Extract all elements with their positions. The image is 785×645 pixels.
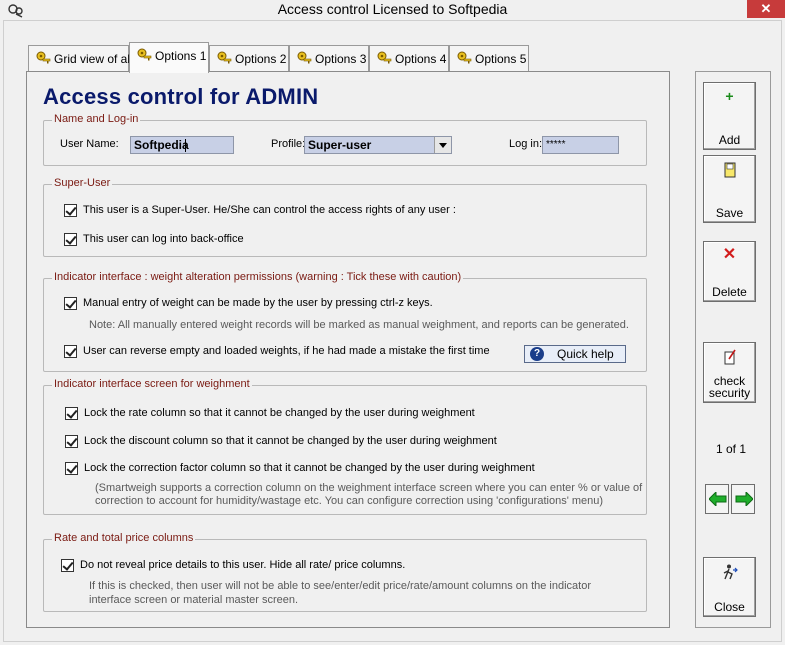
tab-options-3[interactable]: Options 3 — [289, 45, 369, 72]
hide-price-note-line1: If this is checked, then user will not b… — [89, 580, 591, 592]
close-label: Close — [714, 600, 745, 614]
previous-record-button[interactable] — [705, 484, 729, 514]
group-legend: Super-User — [52, 177, 113, 189]
save-button[interactable]: Save — [703, 155, 756, 223]
next-record-button[interactable] — [731, 484, 755, 514]
tab-label: Options 4 — [395, 52, 447, 66]
save-icon — [724, 162, 736, 180]
user-name-label: User Name: — [60, 138, 119, 150]
key-person-icon — [376, 50, 392, 66]
key-person-icon — [296, 50, 312, 66]
quick-help-button[interactable]: ? Quick help — [524, 345, 626, 363]
hide-price-label: Do not reveal price details to this user… — [80, 559, 406, 571]
close-button[interactable]: Close — [703, 557, 756, 617]
tab-label: Options 2 — [235, 52, 287, 66]
tab-label: Options 5 — [475, 52, 527, 66]
lock-correction-checkbox[interactable] — [65, 462, 78, 475]
check-security-button[interactable]: check security — [703, 342, 756, 403]
delete-button[interactable]: ✕ Delete — [703, 241, 756, 302]
correction-note-line1: (Smartweigh supports a correction column… — [95, 482, 643, 494]
lock-rate-checkbox[interactable] — [65, 407, 78, 420]
profile-select[interactable]: Super-user — [304, 136, 452, 154]
tab-options-2[interactable]: Options 2 — [209, 45, 289, 72]
correction-note-line2: correction to account for humidity/wasta… — [95, 495, 604, 507]
lock-discount-label: Lock the discount column so that it cann… — [84, 435, 497, 447]
group-legend: Indicator interface : weight alteration … — [52, 271, 464, 283]
profile-label: Profile: — [271, 138, 306, 150]
delete-x-icon: ✕ — [722, 246, 737, 263]
arrow-right-icon — [735, 492, 753, 506]
arrow-left-icon — [709, 492, 727, 506]
login-password-field[interactable]: ***** — [542, 136, 619, 154]
tab-label: Options 1 — [155, 49, 207, 63]
manual-entry-checkbox[interactable] — [64, 297, 77, 310]
lock-rate-label: Lock the rate column so that it cannot b… — [84, 407, 475, 419]
tab-label: Options 3 — [315, 52, 367, 66]
title-bar: Access control Licensed to Softpedia ✕ — [0, 0, 785, 20]
group-legend: Indicator interface screen for weighment — [52, 378, 252, 390]
user-name-field[interactable]: Softpedia — [130, 136, 234, 154]
window-title: Access control Licensed to Softpedia — [277, 1, 508, 17]
manual-entry-label: Manual entry of weight can be made by th… — [83, 297, 433, 309]
manual-entry-note: Note: All manually entered weight record… — [89, 319, 629, 331]
help-icon: ? — [530, 347, 544, 361]
edit-document-icon — [724, 349, 736, 367]
back-office-checkbox[interactable] — [64, 233, 77, 246]
page-title: Access control for ADMIN — [43, 84, 319, 109]
chevron-down-icon[interactable] — [434, 137, 451, 153]
reverse-weights-checkbox[interactable] — [64, 345, 77, 358]
reverse-weights-label: User can reverse empty and loaded weight… — [83, 345, 490, 357]
group-legend: Rate and total price columns — [52, 532, 196, 544]
hide-price-note-line2: interface screen or material master scre… — [89, 594, 299, 606]
lock-correction-label: Lock the correction factor column so tha… — [84, 462, 535, 474]
super-user-checkbox[interactable] — [64, 204, 77, 217]
back-office-label: This user can log into back-office — [83, 233, 244, 245]
tab-grid-view[interactable]: Grid view of all — [28, 45, 133, 72]
walking-person-exit-icon — [722, 564, 738, 582]
profile-value: Super-user — [308, 138, 372, 152]
group-legend: Name and Log-in — [52, 113, 141, 125]
tab-options-5[interactable]: Options 5 — [449, 45, 529, 72]
security-label: security — [708, 386, 751, 400]
window-close-button[interactable]: ✕ — [747, 0, 785, 18]
super-user-label: This user is a Super-User. He/She can co… — [83, 204, 456, 216]
key-person-icon — [35, 50, 51, 66]
lock-discount-checkbox[interactable] — [65, 435, 78, 448]
delete-label: Delete — [712, 285, 747, 299]
hide-price-checkbox[interactable] — [61, 559, 74, 572]
add-label: Add — [718, 133, 741, 147]
super-user-group: Super-User — [43, 177, 647, 257]
login-label: Log in: — [509, 138, 543, 150]
tab-options-1[interactable]: Options 1 — [129, 42, 209, 73]
tab-options-4[interactable]: Options 4 — [369, 45, 449, 72]
key-person-icon — [456, 50, 472, 66]
key-person-icon — [216, 50, 232, 66]
quick-help-label: Quick help — [557, 347, 614, 361]
save-label: Save — [715, 206, 744, 220]
tab-label: Grid view of all — [54, 52, 133, 66]
key-person-icon — [136, 47, 152, 63]
record-counter: 1 of 1 — [716, 442, 747, 456]
add-button[interactable]: + Add — [703, 82, 756, 150]
plus-icon: + — [725, 88, 734, 104]
